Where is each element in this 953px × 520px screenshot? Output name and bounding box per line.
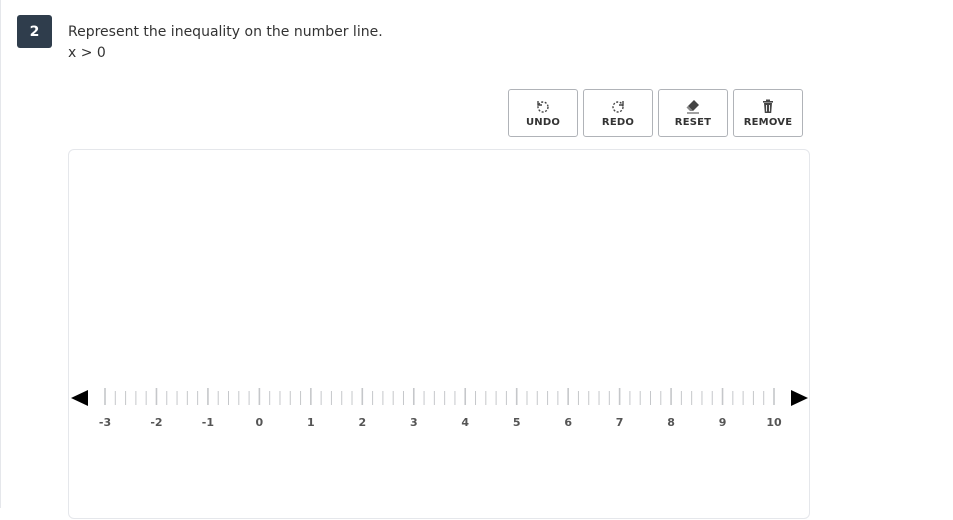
tick-label: 10 bbox=[766, 416, 782, 429]
tick-label: 0 bbox=[256, 416, 264, 429]
undo-button[interactable]: UNDO bbox=[508, 89, 578, 137]
eraser-icon bbox=[686, 100, 699, 114]
question-prompt: Represent the inequality on the number l… bbox=[68, 24, 383, 40]
redo-label: REDO bbox=[601, 117, 635, 128]
tick-label: 7 bbox=[616, 416, 624, 429]
number-line[interactable]: -3 -2 -1 0 1 2 3 4 5 6 7 8 9 10 bbox=[69, 150, 811, 520]
tick-label: 6 bbox=[564, 416, 572, 429]
tick-label: 9 bbox=[719, 416, 727, 429]
redo-icon bbox=[612, 101, 624, 113]
reset-label: RESET bbox=[674, 117, 712, 128]
left-arrow bbox=[71, 390, 88, 406]
question-number-badge: 2 bbox=[17, 15, 52, 48]
undo-label: UNDO bbox=[525, 117, 561, 128]
tick-label: 4 bbox=[461, 416, 469, 429]
graph-canvas[interactable]: -3 -2 -1 0 1 2 3 4 5 6 7 8 9 10 bbox=[68, 149, 810, 519]
graph-toolbar: UNDO REDO RESET REMOVE bbox=[508, 89, 803, 137]
tick-label: 1 bbox=[307, 416, 315, 429]
right-arrow bbox=[791, 390, 808, 406]
redo-button[interactable]: REDO bbox=[583, 89, 653, 137]
left-divider bbox=[0, 0, 1, 508]
tick-label: 3 bbox=[410, 416, 418, 429]
remove-label: REMOVE bbox=[743, 117, 793, 128]
tick-label: -1 bbox=[202, 416, 214, 429]
reset-button[interactable]: RESET bbox=[658, 89, 728, 137]
undo-icon bbox=[537, 101, 549, 113]
trash-icon bbox=[763, 99, 773, 113]
inequality-expression: x > 0 bbox=[68, 45, 106, 61]
tick-label: 2 bbox=[358, 416, 366, 429]
tick-label: 5 bbox=[513, 416, 521, 429]
tick-label: -2 bbox=[150, 416, 162, 429]
tick-label: -3 bbox=[99, 416, 111, 429]
remove-button[interactable]: REMOVE bbox=[733, 89, 803, 137]
tick-label: 8 bbox=[667, 416, 675, 429]
